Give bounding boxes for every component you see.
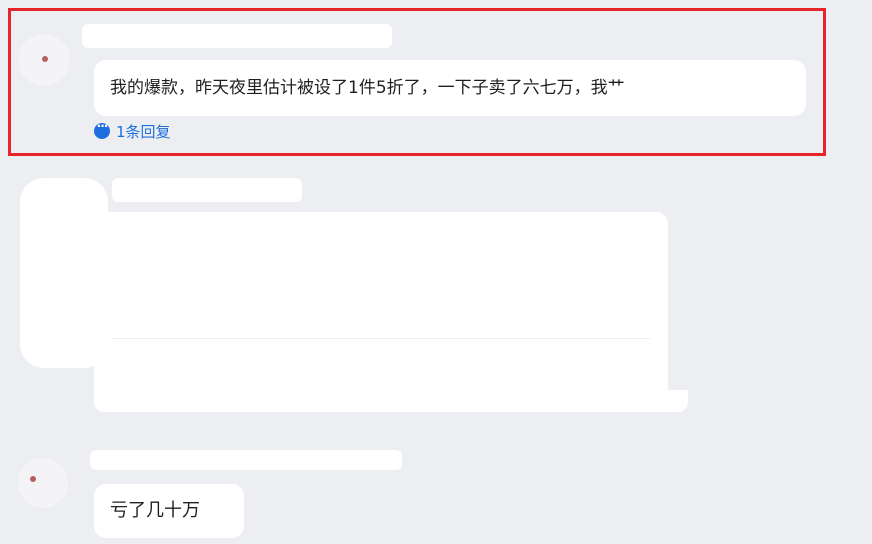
divider	[112, 338, 650, 339]
username-redacted	[90, 450, 402, 470]
redaction-strip	[94, 390, 688, 412]
avatar[interactable]	[18, 458, 68, 508]
highlight-box	[8, 8, 826, 156]
comment-bubble-redacted	[94, 212, 668, 410]
comment-bubble: 亏了几十万	[94, 484, 244, 538]
username-redacted	[112, 178, 302, 202]
comment-thread: 我的爆款，昨天夜里估计被设了1件5折了，一下子卖了六七万，我艹 1条回复 亏了几…	[0, 0, 872, 544]
comment-text: 亏了几十万	[110, 500, 200, 521]
